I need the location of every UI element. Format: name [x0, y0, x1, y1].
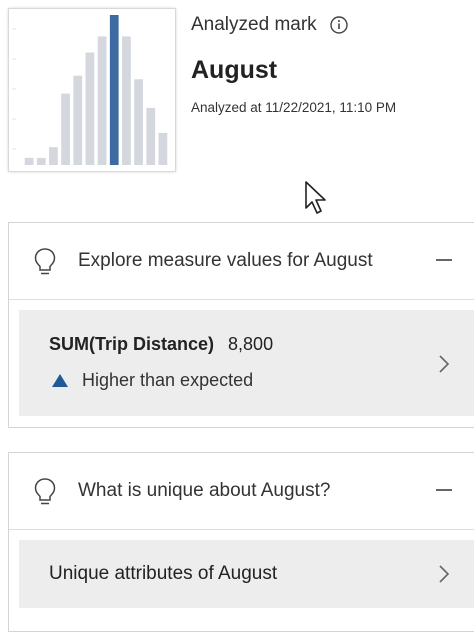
unique-attributes-section: What is unique about August? Unique attr… [8, 452, 474, 632]
bar [158, 132, 168, 165]
measure-name: SUM(Trip Distance) [49, 334, 215, 354]
bar [73, 75, 83, 165]
minus-icon[interactable] [436, 489, 452, 491]
analyzed-timestamp: Analyzed at 11/22/2021, 11:10 PM [191, 100, 397, 115]
analyzed-mark-header: Analyzed mark [191, 14, 349, 36]
analyzed-mark-label: Analyzed mark [191, 14, 317, 35]
unique-attributes-label: Unique attributes of August [49, 563, 278, 584]
unique-attributes-row[interactable]: Unique attributes of August [19, 540, 474, 608]
unique-attributes-header[interactable]: What is unique about August? [9, 453, 474, 530]
chevron-right-icon[interactable] [438, 354, 450, 374]
mouse-cursor-icon [305, 181, 326, 214]
bar [97, 36, 107, 165]
section-title: Explore measure values for August [78, 250, 373, 271]
mark-title: August [191, 56, 278, 84]
lightbulb-icon [34, 248, 56, 275]
bar [61, 93, 70, 165]
explore-measure-header[interactable]: Explore measure values for August [9, 223, 474, 300]
analyzed-chart-thumbnail [8, 8, 176, 172]
bar [85, 52, 95, 165]
chevron-right-icon[interactable] [438, 564, 450, 584]
section-title: What is unique about August? [78, 480, 331, 501]
bar [146, 107, 156, 165]
bar [24, 157, 34, 165]
lightbulb-icon [34, 478, 56, 505]
highlighted-bar [109, 15, 119, 165]
measure-value-row[interactable]: SUM(Trip Distance) 8,800 Higher than expe… [19, 310, 474, 416]
expectation-text: Higher than expected [82, 370, 254, 390]
measure-value: 8,800 [228, 334, 274, 354]
bar [36, 157, 46, 165]
bar [122, 36, 131, 165]
up-triangle-icon [52, 374, 68, 387]
thumbnail-bar-chart [12, 15, 168, 165]
bar [49, 147, 58, 165]
explore-measure-section: Explore measure values for August SUM(Tr… [8, 222, 474, 428]
info-icon[interactable] [329, 15, 349, 35]
minus-icon[interactable] [436, 259, 452, 261]
bar [134, 79, 143, 165]
